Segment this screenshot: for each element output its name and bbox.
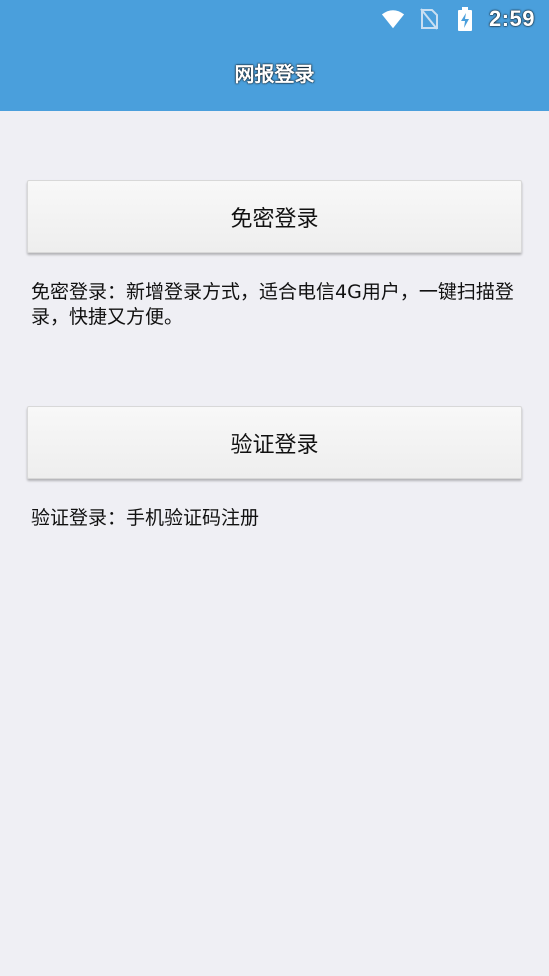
password-free-login-button[interactable]: 免密登录 [27, 180, 522, 253]
no-sim-icon [417, 7, 441, 31]
verify-login-description: 验证登录：手机验证码注册 [31, 507, 260, 529]
password-free-login-description: 免密登录：新增登录方式，适合电信4G用户，一键扫描登录，快捷又方便。 [31, 281, 514, 328]
battery-charging-icon [453, 7, 477, 31]
wifi-icon [381, 7, 405, 31]
app-screen: 2:59 网报登录 免密登录 免密登录：新增登录方式，适合电信4G用户，一键扫描… [0, 0, 549, 976]
top-bar: 2:59 网报登录 [0, 0, 549, 111]
status-bar: 2:59 [0, 0, 549, 38]
verify-login-button[interactable]: 验证登录 [27, 406, 522, 479]
page-title: 网报登录 [234, 62, 315, 86]
clock-time: 2:59 [488, 6, 535, 31]
